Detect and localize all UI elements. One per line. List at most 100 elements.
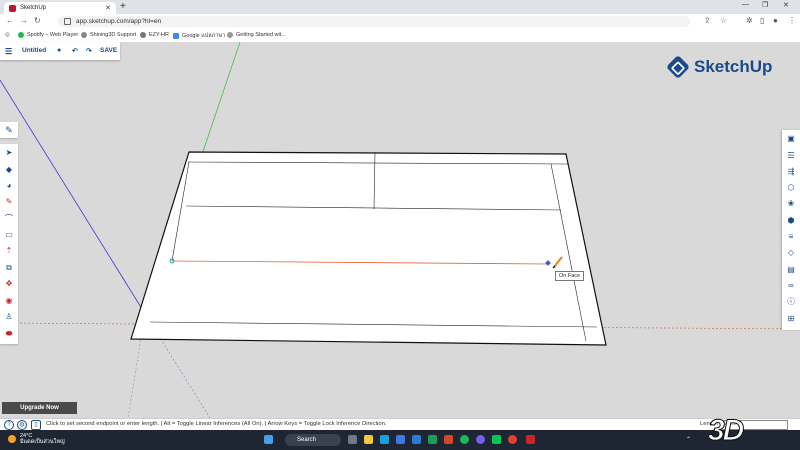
entity-info-icon[interactable]: ▣	[785, 133, 797, 145]
spotify-icon	[18, 32, 24, 38]
blue-axis	[0, 79, 153, 326]
shining3d-icon	[81, 32, 87, 38]
eraser-tool-icon[interactable]: ◆	[3, 164, 15, 176]
bookmark-ezyhr[interactable]: EZY-HR	[140, 32, 169, 38]
bookmark-getting-started[interactable]: Getting Started wit...	[227, 32, 286, 38]
outliner-icon[interactable]: ⇶	[785, 166, 797, 178]
mouse-icon[interactable]: ▯	[31, 420, 41, 430]
browser-toolbar: ← → ↻ app.sketchup.com/app?hl=en ⇪ ☆ ✲ ▯…	[0, 14, 800, 30]
bookmark-spotify[interactable]: Spotify – Web Player	[18, 32, 78, 38]
help-icon[interactable]: ?	[4, 420, 14, 430]
bookmark-star-icon[interactable]: ☆	[720, 16, 727, 25]
sketchup-favicon-icon	[9, 4, 16, 12]
sketchup-logo: SketchUp	[665, 54, 773, 80]
globe-icon[interactable]: ◍	[17, 420, 27, 430]
right-toolbar: ▣ ☰ ⇶ ⬡ ❀ ⬢ ≡ ◇ ▤ ∞ ⓘ ⊞	[782, 130, 800, 330]
tape-measure-icon[interactable]: ◉	[3, 295, 15, 307]
components-icon[interactable]: ⬡	[785, 182, 797, 194]
section-plane-icon[interactable]: ⬬	[3, 328, 15, 340]
tab-title: SketchUp	[20, 5, 47, 11]
windows-start-icon[interactable]	[264, 435, 273, 444]
apps-icon[interactable]: ◎	[5, 32, 10, 38]
maximize-icon[interactable]: ❐	[762, 1, 768, 9]
forward-icon[interactable]: →	[20, 16, 28, 25]
watermark-3d-logo: 3D	[707, 414, 744, 447]
walk-tool-icon[interactable]: ♙	[3, 311, 15, 323]
scenes-icon[interactable]: ▤	[785, 264, 797, 276]
select-tool-icon[interactable]: ➤	[3, 147, 15, 159]
back-icon[interactable]: ←	[6, 16, 14, 25]
undo-icon[interactable]: ↶	[72, 47, 78, 55]
drawing-canvas[interactable]	[0, 42, 800, 418]
extensions-icon[interactable]: ✲	[746, 16, 753, 25]
rectangle-tool-icon[interactable]: ▭	[3, 229, 15, 241]
word-icon[interactable]	[412, 435, 421, 444]
windows-taskbar: 24°C มีแดดเป็นส่วนใหญ่ Search ⌃	[0, 430, 800, 450]
ezyhr-icon	[140, 32, 146, 38]
status-bar: ? ◍ ▯ Click to set second endpoint or en…	[0, 418, 800, 430]
push-pull-tool-icon[interactable]: ⇡	[3, 245, 15, 257]
page-icon	[227, 32, 233, 38]
address-bar[interactable]: app.sketchup.com/app?hl=en	[58, 16, 690, 27]
reload-icon[interactable]: ↻	[34, 16, 41, 25]
line-icon[interactable]	[492, 435, 501, 444]
system-tray-chevron-icon[interactable]: ⌃	[686, 436, 691, 443]
new-tab-button[interactable]: +	[120, 2, 126, 12]
offset-tool-icon[interactable]: ⧉	[3, 262, 15, 274]
inference-tooltip: On Face	[555, 271, 585, 281]
messenger-icon[interactable]	[476, 435, 485, 444]
close-tab-icon[interactable]: ✕	[105, 4, 111, 12]
task-view-icon[interactable]	[348, 435, 357, 444]
profile-avatar-icon[interactable]: ●	[773, 16, 778, 25]
tab-sketchup[interactable]: SketchUp ✕	[4, 2, 116, 14]
sketchup-logo-text: SketchUp	[694, 57, 773, 76]
share-icon[interactable]: ⇪	[704, 16, 711, 25]
user-icon[interactable]: ●	[57, 47, 61, 54]
left-toolbar: ➤ ◆ ◕ ✎ ⌒ ▭ ⇡ ⧉ ✥ ◉ ♙ ⬬	[0, 144, 18, 344]
instructor-toggle-button[interactable]: ✎	[0, 122, 18, 138]
spotify-taskbar-icon[interactable]	[460, 435, 469, 444]
paint-bucket-icon[interactable]: ◕	[3, 180, 15, 192]
bookmark-shining3d[interactable]: Shining3D Support	[81, 32, 136, 38]
lock-icon	[64, 18, 71, 25]
model-settings-icon[interactable]: ⊞	[785, 313, 797, 325]
sketchup-app-icon[interactable]	[526, 435, 535, 444]
instructor-icon[interactable]: ☰	[785, 150, 797, 162]
move-tool-icon[interactable]: ✥	[3, 278, 15, 290]
materials-icon[interactable]: ❀	[785, 198, 797, 210]
green-axis-dashed	[127, 331, 143, 418]
weather-description: มีแดดเป็นส่วนใหญ่	[20, 439, 65, 445]
google-translate-icon	[173, 33, 179, 39]
info-icon[interactable]: ⓘ	[785, 296, 797, 308]
upgrade-now-button[interactable]: Upgrade Now	[2, 402, 77, 414]
sidebar-icon[interactable]: ▯	[760, 16, 764, 25]
hamburger-menu-icon[interactable]: ☰	[5, 47, 12, 56]
model-name[interactable]: Untitled	[22, 47, 46, 54]
styles-icon[interactable]: ⬢	[785, 215, 797, 227]
arc-tool-icon[interactable]: ⌒	[3, 213, 15, 225]
bookmark-google-translate[interactable]: Google แปลภาษา	[173, 32, 225, 40]
menu-kebab-icon[interactable]: ⋮	[788, 16, 796, 25]
weather-widget[interactable]: 24°C มีแดดเป็นส่วนใหญ่	[8, 433, 65, 445]
rectangle-face[interactable]	[130, 151, 607, 346]
model-viewport[interactable]	[0, 42, 800, 418]
file-explorer-icon[interactable]	[364, 435, 373, 444]
sketchup-header: ☰ Untitled ● ↶ ↷ SAVE	[0, 42, 120, 60]
display-icon[interactable]: ∞	[785, 280, 797, 292]
layers-icon[interactable]: ≡	[785, 231, 797, 243]
taskbar-search[interactable]: Search	[285, 434, 341, 446]
save-button[interactable]: SAVE	[100, 47, 117, 54]
pencil-tool-icon[interactable]: ✎	[3, 196, 15, 208]
chrome-icon[interactable]	[508, 435, 517, 444]
minimize-icon[interactable]: —	[742, 1, 749, 8]
redo-icon[interactable]: ↷	[86, 47, 92, 55]
excel-icon[interactable]	[428, 435, 437, 444]
url-text: app.sketchup.com/app?hl=en	[76, 18, 162, 25]
store-icon[interactable]	[396, 435, 405, 444]
tags-icon[interactable]: ◇	[785, 247, 797, 259]
close-window-icon[interactable]: ✕	[783, 1, 789, 9]
edge-icon[interactable]	[380, 435, 389, 444]
sun-icon	[8, 435, 16, 443]
powerpoint-icon[interactable]	[444, 435, 453, 444]
sketchup-logo-icon	[665, 54, 691, 80]
